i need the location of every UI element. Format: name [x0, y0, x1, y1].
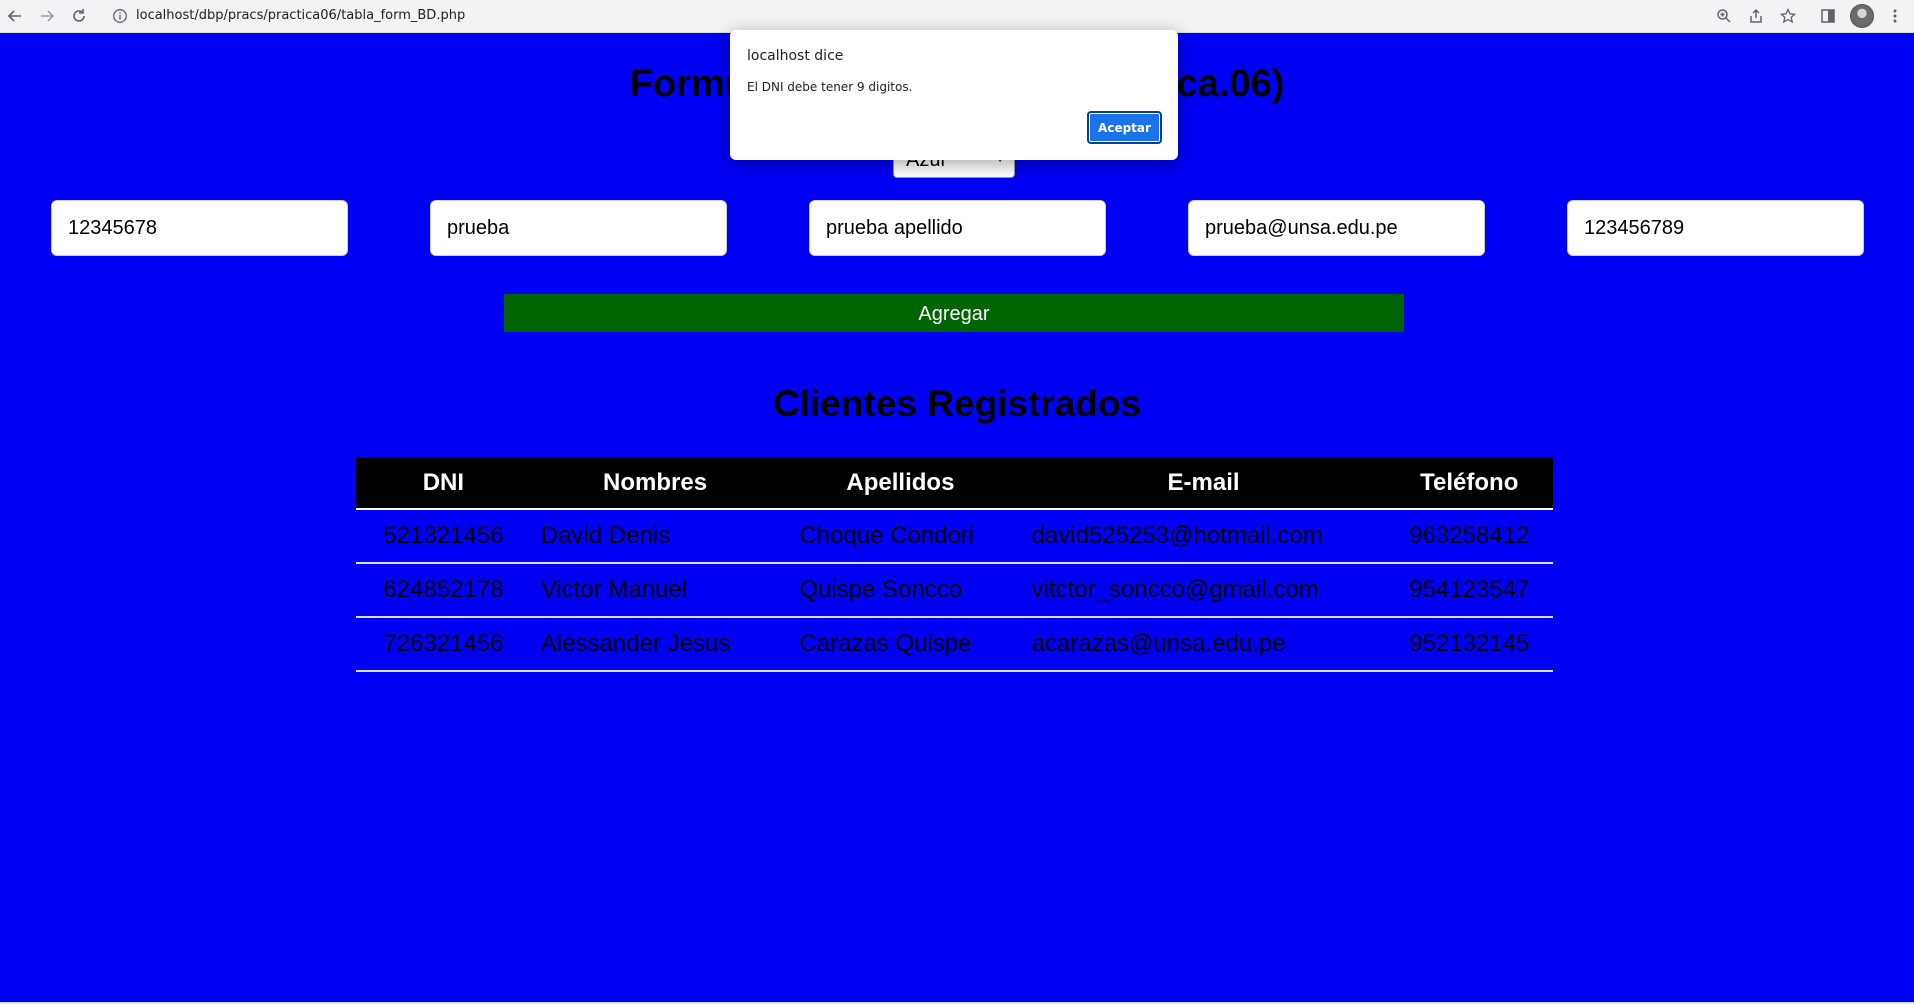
telefono-field[interactable]: 123456789	[1567, 200, 1864, 256]
cell-dni: 726321456	[356, 617, 531, 672]
table-row: 726321456 Alessander Jesus Carazas Quisp…	[356, 617, 1553, 672]
header-email: E-mail	[1021, 457, 1386, 510]
cell-email: david525253@hotmail.com	[1021, 509, 1386, 564]
cell-apellidos: Carazas Quispe	[779, 617, 1022, 672]
header-nombres: Nombres	[530, 457, 780, 510]
table-row: 521321456 David Denis Choque Condori dav…	[356, 509, 1553, 564]
zoom-icon[interactable]	[1713, 5, 1735, 27]
share-icon[interactable]	[1745, 5, 1767, 27]
table-header-row: DNI Nombres Apellidos E-mail Teléfono	[356, 457, 1553, 510]
nombres-field[interactable]: prueba	[430, 200, 727, 256]
dialog-message: El DNI debe tener 9 digitos.	[747, 80, 913, 94]
sidepanel-icon[interactable]	[1817, 5, 1839, 27]
dialog-title: localhost dice	[747, 48, 844, 64]
cell-email: acarazas@unsa.edu.pe	[1021, 617, 1386, 672]
clients-title: Clientes Registrados	[772, 383, 1142, 424]
cell-telefono: 954123547	[1385, 563, 1553, 618]
apellidos-field[interactable]: prueba apellido	[809, 200, 1106, 256]
forward-icon[interactable]	[36, 5, 58, 27]
header-telefono: Teléfono	[1385, 457, 1553, 510]
cell-apellidos: Quispe Soncco	[779, 563, 1022, 618]
star-icon[interactable]	[1777, 5, 1799, 27]
cell-nombres: David Denis	[530, 509, 780, 564]
back-icon[interactable]	[4, 5, 26, 27]
header-apellidos: Apellidos	[779, 457, 1022, 510]
profile-avatar[interactable]	[1850, 4, 1874, 28]
dni-field[interactable]: 12345678	[51, 200, 348, 256]
cell-nombres: Alessander Jesus	[530, 617, 780, 672]
reload-icon[interactable]	[68, 5, 90, 27]
cell-email: vitctor_soncco@gmail.com	[1021, 563, 1386, 618]
cell-apellidos: Choque Condori	[779, 509, 1022, 564]
cell-telefono: 952132145	[1385, 617, 1553, 672]
cell-nombres: Victor Manuel	[530, 563, 780, 618]
table-row: 624852178 Victor Manuel Quispe Soncco vi…	[356, 563, 1553, 618]
header-dni: DNI	[356, 457, 531, 510]
info-icon[interactable]	[112, 8, 128, 24]
browser-toolbar: localhost/dbp/pracs/practica06/tabla_for…	[0, 0, 1914, 33]
add-button[interactable]: Agregar	[504, 294, 1404, 332]
menu-icon[interactable]	[1884, 5, 1906, 27]
accept-button[interactable]: Aceptar	[1087, 111, 1162, 144]
email-field[interactable]: prueba@unsa.edu.pe	[1188, 200, 1485, 256]
cell-dni: 624852178	[356, 563, 531, 618]
clients-table: DNI Nombres Apellidos E-mail Teléfono 52…	[356, 457, 1553, 672]
cell-telefono: 963258412	[1385, 509, 1553, 564]
address-bar[interactable]: localhost/dbp/pracs/practica06/tabla_for…	[136, 6, 465, 25]
cell-dni: 521321456	[356, 509, 531, 564]
